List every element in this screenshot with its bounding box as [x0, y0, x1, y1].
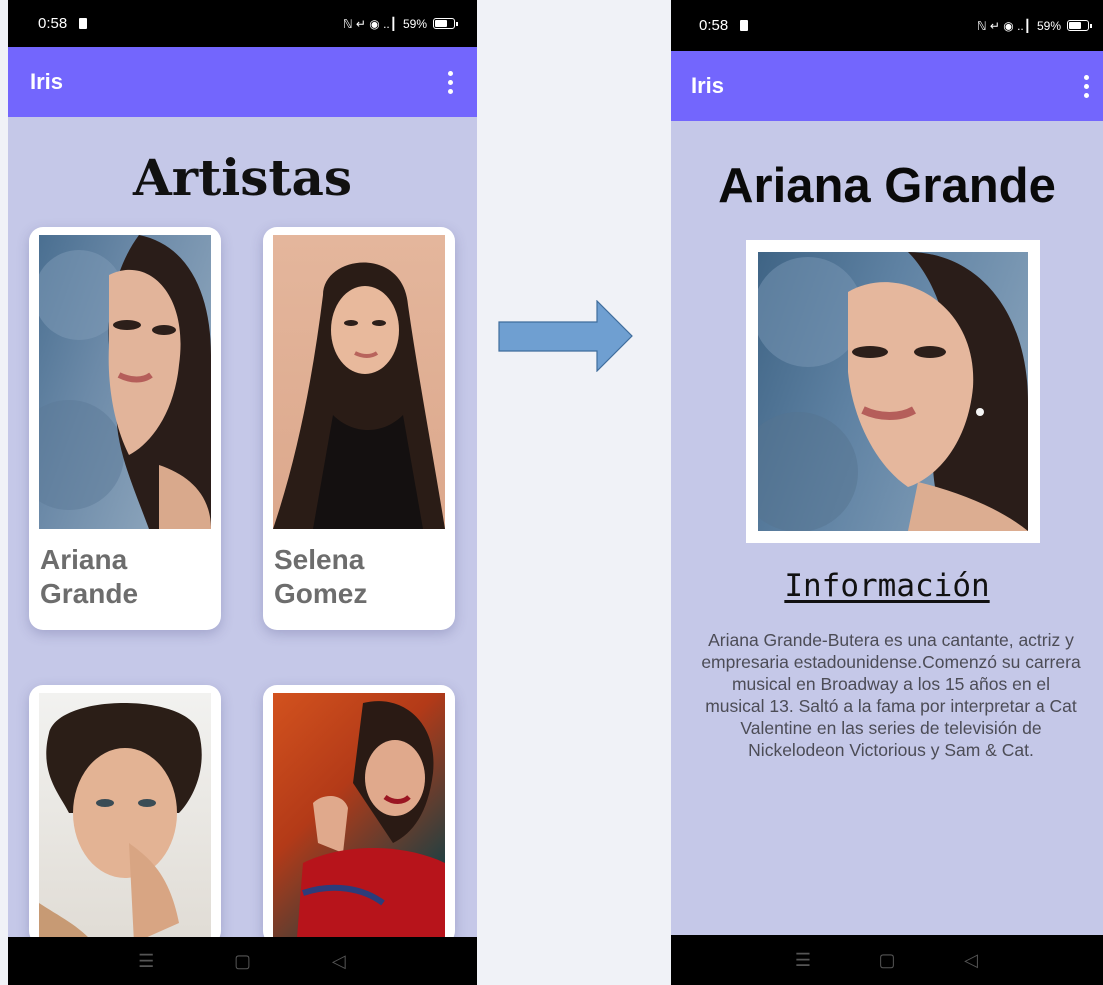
status-bar: 0:58 ℕ ↵ ◉ ..┃ 59% — [671, 0, 1103, 51]
status-bar: 0:58 ℕ ↵ ◉ ..┃ 59% — [8, 0, 477, 47]
artist-card-selena-gomez[interactable]: Selena Gomez — [263, 227, 455, 630]
status-time: 0:58 — [699, 17, 729, 34]
artist-card-3[interactable] — [29, 685, 221, 945]
status-icons: ℕ ↵ ◉ ..┃ — [342, 16, 397, 31]
app-title: Iris — [30, 69, 64, 94]
status-icons: ℕ ↵ ◉ ..┃ — [976, 18, 1031, 33]
status-time: 0:58 — [38, 15, 68, 32]
page-title: Artistas — [132, 148, 353, 207]
artists-list-screen: 0:58 ℕ ↵ ◉ ..┃ 59% Iris Artistas Ariana … — [8, 0, 477, 985]
artist-name: Ariana Grande — [40, 544, 139, 609]
artist-name: Selena Gomez — [274, 544, 368, 609]
artist-photo — [273, 693, 445, 945]
battery-icon — [433, 18, 458, 29]
home-icon[interactable]: ▢ — [875, 950, 899, 971]
menu-icon[interactable]: ☰ — [134, 951, 158, 972]
artist-title: Ariana Grande — [718, 159, 1056, 213]
artist-photo — [758, 252, 1028, 531]
artist-detail-screen: 0:58 ℕ ↵ ◉ ..┃ 59% Iris Ariana Grande In… — [671, 0, 1103, 985]
sim-icon — [79, 18, 88, 29]
artist-photo — [39, 693, 211, 945]
right-arrow-icon — [498, 300, 633, 372]
sim-icon — [740, 20, 749, 31]
system-nav-bar: ☰ ▢ ◁ — [8, 937, 477, 985]
overflow-menu-icon[interactable] — [444, 67, 457, 98]
menu-icon[interactable]: ☰ — [791, 950, 815, 971]
info-heading: Información — [784, 568, 990, 604]
app-bar: Iris — [8, 47, 477, 117]
artist-photo — [273, 235, 445, 529]
app-bar: Iris — [671, 51, 1103, 121]
system-nav-bar: ☰ ▢ ◁ — [671, 935, 1103, 985]
home-icon[interactable]: ▢ — [230, 951, 254, 972]
artist-card-ariana-grande[interactable]: Ariana Grande — [29, 227, 221, 630]
back-icon[interactable]: ◁ — [959, 950, 983, 971]
artist-photo — [39, 235, 211, 529]
artist-bio: Ariana Grande-Butera es una cantante, ac… — [701, 630, 1081, 760]
artist-photo-frame — [746, 240, 1040, 543]
battery-icon — [1067, 20, 1092, 31]
back-icon[interactable]: ◁ — [327, 951, 351, 972]
app-title: Iris — [691, 73, 725, 98]
battery-percent: 59% — [402, 16, 427, 31]
battery-percent: 59% — [1036, 18, 1061, 33]
overflow-menu-icon[interactable] — [1080, 71, 1093, 102]
artist-card-4[interactable] — [263, 685, 455, 945]
